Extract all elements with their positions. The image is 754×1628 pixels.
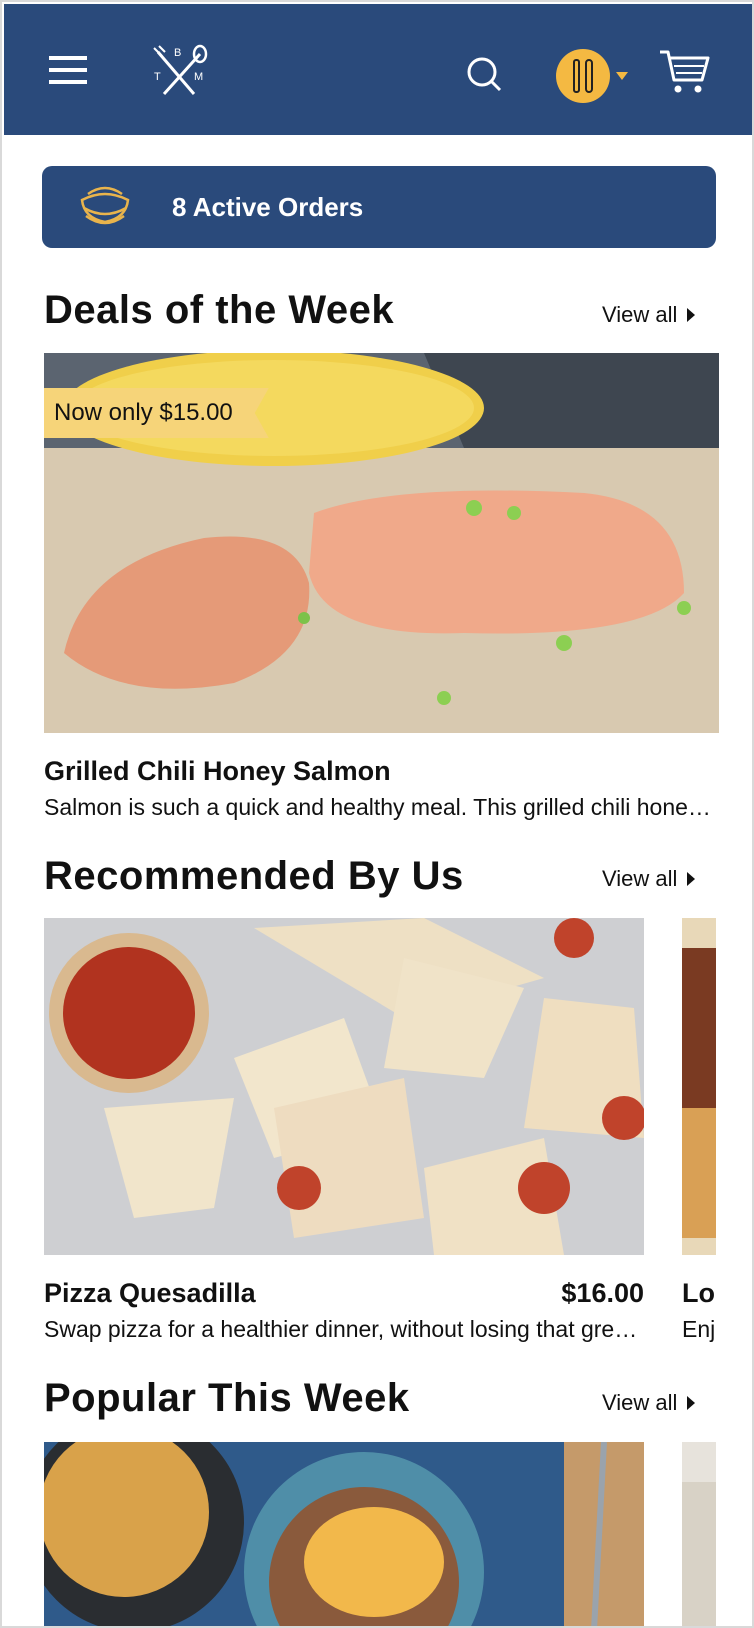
cart-button[interactable]	[654, 44, 714, 100]
view-all-label: View all	[602, 866, 678, 891]
search-button[interactable]	[462, 52, 506, 96]
deals-section-title: Deals of the Week	[44, 288, 395, 332]
logo-letter-t: T	[154, 71, 161, 83]
chevron-right-icon	[687, 872, 696, 886]
recommended-section-title: Recommended By Us	[44, 854, 464, 898]
logo-icon: B T M	[153, 44, 208, 96]
menu-button[interactable]	[44, 48, 92, 92]
active-orders-label: 8 Active Orders	[172, 191, 364, 222]
popular-card-image-next[interactable]	[682, 1442, 716, 1626]
recommended-next-item-description: Enj	[682, 1316, 716, 1342]
chevron-right-icon	[687, 308, 696, 322]
deal-item-title[interactable]: Grilled Chili Honey Salmon	[44, 756, 391, 787]
recommended-item-price: $16.00	[561, 1278, 644, 1308]
logo-letter-m: M	[194, 71, 203, 83]
hamburger-menu-icon	[49, 56, 87, 84]
view-all-label: View all	[602, 1390, 678, 1415]
popular-next-photo	[682, 1442, 716, 1626]
quesadilla-photo	[44, 918, 644, 1255]
deals-view-all-link[interactable]: View all	[602, 302, 696, 328]
search-icon	[467, 57, 502, 92]
fork-knife-icon	[573, 59, 593, 93]
logo-letter-b: B	[174, 47, 181, 59]
recommended-item-description: Swap pizza for a healthier dinner, witho…	[44, 1316, 644, 1342]
logo[interactable]: B T M	[150, 44, 212, 100]
popular-section-title: Popular This Week	[44, 1376, 410, 1420]
popular-card-image[interactable]	[44, 1442, 644, 1626]
deal-item-description: Salmon is such a quick and healthy meal.…	[44, 794, 716, 820]
popular-view-all-link[interactable]: View all	[602, 1390, 696, 1416]
account-menu-button[interactable]	[552, 46, 632, 106]
chevron-right-icon	[687, 1396, 696, 1410]
stacked-bowls-icon	[80, 186, 130, 225]
chevron-down-icon	[616, 72, 628, 80]
cart-icon	[660, 50, 710, 93]
enchilada-photo	[44, 1442, 644, 1626]
view-all-label: View all	[602, 302, 678, 327]
app-frame: B T M 8 Active Orders Deals of the Week …	[0, 0, 754, 1628]
active-orders-banner[interactable]: 8 Active Orders	[42, 166, 716, 248]
recommended-view-all-link[interactable]: View all	[602, 866, 696, 892]
recommended-card-image-next[interactable]	[682, 918, 716, 1255]
deal-price-badge: Now only $15.00	[44, 388, 269, 438]
avatar	[556, 49, 610, 103]
top-header: B T M	[4, 4, 752, 135]
recommended-next-item-title[interactable]: Lo	[682, 1278, 716, 1309]
recommended-item-title[interactable]: Pizza Quesadilla	[44, 1278, 256, 1309]
recommended-card-image[interactable]	[44, 918, 644, 1255]
beans-photo	[682, 918, 716, 1255]
